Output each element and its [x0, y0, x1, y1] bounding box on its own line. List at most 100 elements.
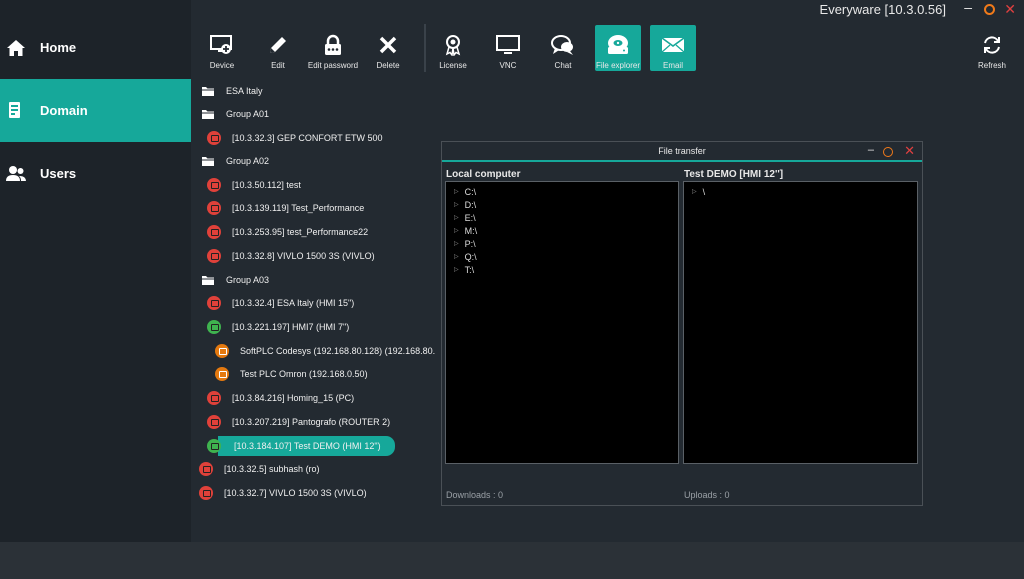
downloads-count: Downloads : 0 — [446, 490, 504, 500]
tree-device[interactable]: [10.3.32.7] VIVLO 1500 3S (VIVLO) — [199, 482, 367, 504]
tree-device[interactable]: [10.3.32.5] subhash (ro) — [199, 458, 320, 480]
tree-node-label: [10.3.32.5] subhash (ro) — [224, 464, 320, 474]
file-item-label: \ — [702, 186, 706, 197]
dialog-minimize-button[interactable]: – — [868, 144, 874, 156]
minimize-button[interactable]: – — [964, 0, 972, 15]
device-status-icon — [207, 225, 221, 239]
dialog-close-button[interactable]: ✕ — [904, 143, 915, 159]
tree-node-label: Group A02 — [226, 156, 270, 166]
file-tree-item[interactable]: ▷ \ — [692, 185, 705, 198]
expand-arrow-icon[interactable]: ▷ — [692, 188, 697, 195]
remote-file-pane[interactable]: ▷ \ — [683, 181, 918, 464]
tree-device[interactable]: [10.3.32.4] ESA Italy (HMI 15") — [207, 292, 354, 314]
tree-device[interactable]: [10.3.184.107] Test DEMO (HMI 12") — [207, 435, 395, 457]
tree-node-label: [10.3.50.112] test — [232, 180, 301, 190]
expand-arrow-icon[interactable]: ▷ — [454, 253, 459, 260]
tree-folder[interactable]: Group A01 — [201, 103, 269, 125]
title-bar: Everyware [10.3.0.56] – ✕ — [0, 0, 1024, 20]
tree-node-label: [10.3.32.3] GEP CONFORT ETW 500 — [232, 133, 383, 143]
folder-icon — [202, 110, 214, 119]
sidebar-item-label: Home — [40, 40, 77, 55]
expand-arrow-icon[interactable]: ▷ — [454, 240, 459, 247]
file-tree-item[interactable]: ▷ T:\ — [454, 263, 474, 276]
tree-node-label: [10.3.84.216] Homing_15 (PC) — [232, 393, 355, 403]
tree-node-label: [10.3.32.7] VIVLO 1500 3S (VIVLO) — [224, 488, 367, 498]
email-button[interactable]: Email — [650, 25, 696, 71]
expand-arrow-icon[interactable]: ▷ — [454, 266, 459, 273]
tree-folder[interactable]: ESA Italy — [201, 80, 263, 102]
file-tree-item[interactable]: ▷ C:\ — [454, 185, 476, 198]
device-status-icon — [207, 391, 221, 405]
local-file-pane[interactable]: ▷ C:\ ▷ D:\ ▷ E:\ ▷ M:\ ▷ P:\ ▷ Q:\ ▷ T:\ — [445, 181, 679, 464]
delete-button[interactable]: Delete — [365, 25, 411, 71]
tree-device[interactable]: [10.3.32.3] GEP CONFORT ETW 500 — [207, 127, 383, 149]
drive-icon — [608, 35, 628, 54]
tree-device[interactable]: [10.3.253.95] test_Performance22 — [207, 221, 368, 243]
sidebar-item-users[interactable]: Users — [0, 142, 191, 205]
device-status-icon — [199, 462, 213, 476]
close-button[interactable]: ✕ — [1004, 1, 1016, 18]
file-explorer-button[interactable]: File explorer — [595, 25, 641, 71]
license-button[interactable]: License — [430, 25, 476, 71]
tree-device[interactable]: [10.3.139.119] Test_Performance — [207, 197, 364, 219]
file-tree-item[interactable]: ▷ M:\ — [454, 224, 477, 237]
tree-device[interactable]: Test PLC Omron (192.168.0.50) — [215, 363, 368, 385]
status-bar — [0, 542, 1024, 579]
tree-device[interactable]: [10.3.207.219] Pantografo (ROUTER 2) — [207, 411, 390, 433]
tree-folder[interactable]: Group A03 — [201, 269, 269, 291]
device-status-icon — [207, 131, 221, 145]
edit-button[interactable]: Edit — [255, 25, 301, 71]
sidebar-item-label: Domain — [40, 103, 88, 118]
tree-node-label: Group A01 — [226, 109, 270, 119]
file-item-label: T:\ — [464, 264, 475, 275]
remote-pane-heading: Test DEMO [HMI 12''] — [684, 169, 784, 180]
device-status-icon — [207, 415, 221, 429]
file-tree-item[interactable]: ▷ P:\ — [454, 237, 476, 250]
tree-device[interactable]: SoftPLC Codesys (192.168.80.128) (192.16… — [215, 340, 435, 362]
tree-device[interactable]: [10.3.50.112] test — [207, 174, 301, 196]
file-item-label: Q:\ — [464, 251, 477, 262]
dialog-maximize-button[interactable] — [883, 147, 893, 157]
folder-icon — [202, 87, 214, 96]
tree-node-label: Group A03 — [226, 275, 270, 285]
dialog-title: File transfer — [658, 146, 706, 156]
refresh-button[interactable]: Refresh — [969, 25, 1015, 71]
pencil-icon — [270, 37, 286, 53]
tree-device[interactable]: [10.3.221.197] HMI7 (HMI 7") — [207, 316, 349, 338]
refresh-button-label: Refresh — [977, 61, 1006, 70]
sidebar: Home Domain Users — [0, 0, 191, 542]
tree-device[interactable]: [10.3.84.216] Homing_15 (PC) — [207, 387, 354, 409]
file-item-label: P:\ — [464, 238, 476, 249]
home-icon — [7, 39, 25, 56]
tree-node-label: SoftPLC Codesys (192.168.80.128) (192.16… — [240, 346, 436, 356]
device-status-icon — [199, 486, 213, 500]
domain-icon — [9, 101, 20, 118]
sidebar-item-domain[interactable]: Domain — [0, 79, 191, 142]
tree-device[interactable]: [10.3.32.8] VIVLO 1500 3S (VIVLO) — [207, 245, 375, 267]
device-tree: ESA Italy Group A01 [10.3.32.3] GEP CONFOR… — [191, 79, 441, 542]
tree-node-label: ESA Italy — [226, 86, 263, 96]
tree-node-label: Test PLC Omron (192.168.0.50) — [240, 369, 368, 379]
expand-arrow-icon[interactable]: ▷ — [454, 201, 459, 208]
file-tree-item[interactable]: ▷ Q:\ — [454, 250, 477, 263]
maximize-button[interactable] — [984, 4, 995, 15]
tree-node-label: [10.3.253.95] test_Performance22 — [232, 227, 369, 237]
tree-folder[interactable]: Group A02 — [201, 150, 269, 172]
chat-icon — [551, 35, 573, 55]
expand-arrow-icon[interactable]: ▷ — [454, 214, 459, 221]
file-tree-item[interactable]: ▷ D:\ — [454, 198, 476, 211]
uploads-count: Uploads : 0 — [684, 490, 730, 500]
toolbar: Device Edit Edit password Delete License — [191, 20, 1024, 79]
file-tree-item[interactable]: ▷ E:\ — [454, 211, 476, 224]
expand-arrow-icon[interactable]: ▷ — [454, 188, 459, 195]
device-button[interactable]: Device — [199, 25, 245, 71]
vnc-button[interactable]: VNC — [485, 25, 531, 71]
sidebar-item-home[interactable]: Home — [0, 16, 191, 79]
tree-node-label: [10.3.32.8] VIVLO 1500 3S (VIVLO) — [232, 251, 375, 261]
device-status-icon — [207, 249, 221, 263]
edit-password-button[interactable]: Edit password — [308, 25, 358, 71]
tree-node-label: [10.3.207.219] Pantografo (ROUTER 2) — [232, 417, 391, 427]
expand-arrow-icon[interactable]: ▷ — [454, 227, 459, 234]
file-item-label: E:\ — [464, 212, 476, 223]
chat-button[interactable]: Chat — [540, 25, 586, 71]
